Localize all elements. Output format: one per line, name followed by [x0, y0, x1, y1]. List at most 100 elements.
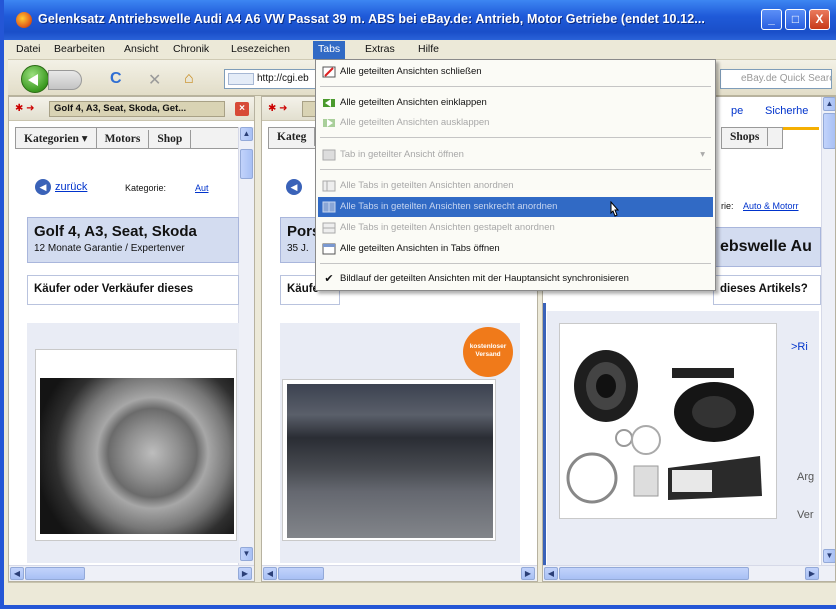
address-text: http://cgi.eb: [257, 73, 309, 84]
arrange-stacked-icon: [322, 222, 336, 234]
pane-1-vscroll-thumb[interactable]: [240, 149, 253, 179]
pane-3-side-text-2: Ver: [797, 509, 814, 521]
pane-1-cat-shop[interactable]: Shop: [149, 130, 192, 148]
menu-item-arrange-vertical[interactable]: Alle Tabs in geteilten Ansichten senkrec…: [318, 197, 713, 217]
search-input[interactable]: eBay.de Quick Search: [720, 69, 832, 89]
pane-1-cat-motors[interactable]: Motors: [97, 130, 150, 148]
scroll-right-icon[interactable]: ▶: [521, 567, 535, 580]
back-button[interactable]: [21, 65, 49, 93]
gearbox-image[interactable]: [40, 378, 234, 534]
menu-item-open-in-tabs[interactable]: Alle geteilten Ansichten in Tabs öffnen: [318, 239, 713, 259]
maximize-button[interactable]: □: [785, 9, 806, 30]
menu-item-label: Alle geteilten Ansichten ausklappen: [340, 117, 490, 128]
pane-3-cat-shops[interactable]: Shops: [722, 128, 769, 146]
menu-datei[interactable]: Datei: [16, 43, 41, 55]
scroll-up-icon[interactable]: ▲: [823, 97, 835, 111]
close-button[interactable]: X: [809, 9, 830, 30]
pane-3-category-link[interactable]: Auto & Motorr: [743, 201, 799, 211]
pane-3-buyer-box: dieses Artikels?: [713, 275, 821, 305]
scroll-right-icon[interactable]: ▶: [238, 567, 252, 580]
menu-item-expand-all[interactable]: Alle geteilten Ansichten ausklappen: [318, 113, 713, 133]
menu-extras[interactable]: Extras: [365, 43, 395, 55]
menu-separator: [320, 169, 711, 170]
pane-2-cat-kategorien[interactable]: Kateg: [269, 128, 316, 146]
menu-hilfe[interactable]: Hilfe: [418, 43, 439, 55]
home-icon[interactable]: ⌂: [184, 70, 194, 88]
pane-1-hscroll-thumb[interactable]: [25, 567, 85, 580]
menu-item-arrange-stacked[interactable]: Alle Tabs in geteilten Ansichten gestape…: [318, 218, 713, 238]
check-icon: ✔: [324, 273, 334, 285]
menu-item-collapse-all[interactable]: Alle geteilten Ansichten einklappen: [318, 93, 713, 113]
pane-3-header-left[interactable]: pe: [731, 105, 743, 117]
pane-3-safety-link[interactable]: Sicherhe: [765, 105, 808, 117]
menu-item-close-all-splits[interactable]: Alle geteilten Ansichten schließen: [318, 62, 713, 82]
menu-item-label: Alle Tabs in geteilten Ansichten anordne…: [340, 180, 514, 191]
pane-3-vertical-scrollbar[interactable]: ▲ ▼: [821, 97, 835, 567]
menu-item-label: Alle Tabs in geteilten Ansichten gestape…: [340, 222, 555, 233]
site-identity-icon[interactable]: [228, 73, 254, 85]
pane-3-category-label: rie:: [721, 201, 734, 211]
forward-dropdown-button[interactable]: [48, 70, 82, 90]
pane-1-photo-frame[interactable]: [35, 349, 237, 541]
pane-3-horizontal-scrollbar[interactable]: ◀ ▶: [543, 565, 835, 581]
pane-3-side-link[interactable]: >Ri: [791, 341, 808, 353]
scroll-right-icon[interactable]: ▶: [805, 567, 819, 580]
pane-1-tab[interactable]: Golf 4, A3, Seat, Skoda, Get...: [49, 101, 225, 117]
minimize-button[interactable]: _: [761, 9, 782, 30]
pane-2-horizontal-scrollbar[interactable]: ◀ ▶: [262, 565, 537, 581]
menu-ansicht[interactable]: Ansicht: [124, 43, 158, 55]
menu-separator: [320, 263, 711, 264]
menu-item-sync-scroll[interactable]: ✔ Bildlauf der geteilten Ansichten mit d…: [318, 269, 713, 289]
pane-3-hscroll-thumb[interactable]: [559, 567, 749, 580]
pane-1-cat-kategorien[interactable]: Kategorien ▾: [16, 128, 97, 148]
menu-item-label: Bildlauf der geteilten Ansichten mit der…: [340, 273, 629, 284]
menu-tabs[interactable]: Tabs: [313, 41, 346, 59]
pane-1-vertical-scrollbar[interactable]: ▲ ▼: [238, 127, 254, 565]
pane-1-item-title-box: Golf 4, A3, Seat, Skoda 12 Monate Garant…: [27, 217, 239, 263]
address-bar[interactable]: http://cgi.eb: [224, 69, 320, 89]
menu-item-open-tab-in-split[interactable]: Tab in geteilter Ansicht öffnen ▾: [318, 145, 713, 165]
submenu-arrow-icon: ▾: [700, 149, 705, 160]
pane-1-category-link[interactable]: Aut: [195, 183, 209, 193]
split-pane-1: ✱ ➜ Golf 4, A3, Seat, Skoda, Get... × Ka…: [8, 96, 255, 582]
pane-2-photo-frame[interactable]: [282, 379, 496, 541]
menu-item-label: Alle geteilten Ansichten einklappen: [340, 97, 487, 108]
mouse-cursor-icon: [610, 201, 620, 217]
menu-chronik[interactable]: Chronik: [173, 43, 209, 55]
menu-item-arrange-all[interactable]: Alle Tabs in geteilten Ansichten anordne…: [318, 176, 713, 196]
menu-item-label: Alle Tabs in geteilten Ansichten senkrec…: [340, 201, 558, 212]
menu-bearbeiten[interactable]: Bearbeiten: [54, 43, 105, 55]
free-shipping-badge: kostenloser Versand: [463, 327, 513, 377]
pane-1-back-link[interactable]: zurück: [35, 179, 87, 195]
ebay-pane-icons: ✱ ➜: [268, 103, 288, 114]
menu-item-label: Alle geteilten Ansichten schließen: [340, 66, 482, 77]
pane-3-left-border: [543, 303, 546, 573]
parts-drawing: [566, 350, 762, 504]
tabs-menu-dropdown: Alle geteilten Ansichten schließen Alle …: [315, 59, 716, 291]
menu-separator: [320, 137, 711, 138]
pane-2-hscroll-thumb[interactable]: [278, 567, 324, 580]
menu-lesezeichen[interactable]: Lesezeichen: [231, 43, 290, 55]
firefox-icon: [16, 12, 32, 28]
pane-3-photo-frame[interactable]: [559, 323, 777, 519]
pane-2-back-icon[interactable]: ◀: [286, 179, 302, 195]
window-title: Gelenksatz Antriebswelle Audi A4 A6 VW P…: [38, 12, 706, 26]
pane-1-close-button[interactable]: ×: [235, 102, 249, 116]
arrange-icon: [322, 180, 336, 192]
stop-icon[interactable]: ✕: [148, 70, 161, 90]
scroll-left-icon[interactable]: ◀: [544, 567, 558, 580]
pane-1-horizontal-scrollbar[interactable]: ◀ ▶: [9, 565, 254, 581]
scroll-left-icon[interactable]: ◀: [10, 567, 24, 580]
scroll-up-icon[interactable]: ▲: [240, 127, 253, 141]
scroll-down-icon[interactable]: ▼: [823, 549, 835, 563]
pane-1-category-bar: Kategorien ▾ Motors Shop: [15, 127, 241, 149]
scroll-down-icon[interactable]: ▼: [240, 547, 253, 561]
cv-joint-parts-image[interactable]: [564, 328, 774, 516]
garage-image[interactable]: [287, 384, 493, 538]
scroll-left-icon[interactable]: ◀: [263, 567, 277, 580]
pane-3-vscroll-thumb[interactable]: [823, 113, 835, 149]
pane-1-category-label: Kategorie:: [125, 183, 167, 193]
expand-icon: [323, 119, 335, 127]
status-bar: [8, 582, 836, 605]
reload-icon[interactable]: C: [110, 70, 122, 88]
